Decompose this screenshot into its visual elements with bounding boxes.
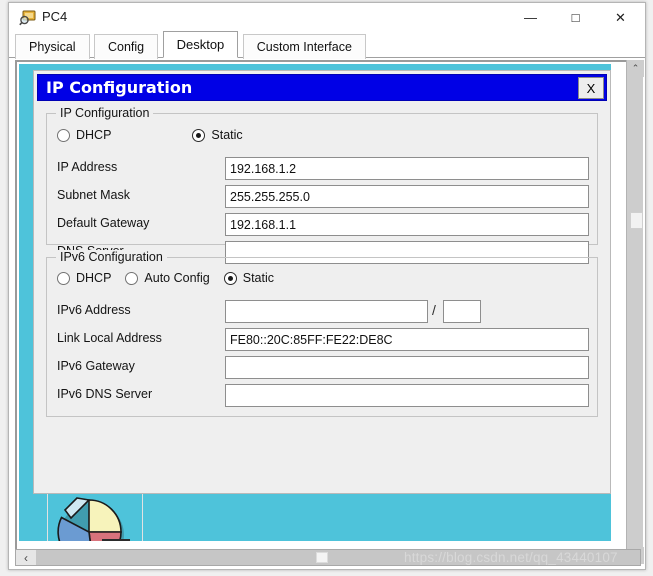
ip-configuration-dialog: IP Configuration X IP Configuration DHCP… (33, 70, 611, 494)
dialog-close-button[interactable]: X (578, 77, 604, 99)
radio-ipv4-static-label: Static (211, 128, 243, 142)
ipv4-mode-radio-group: DHCP Static (57, 128, 249, 142)
pie-chart-icon[interactable] (49, 490, 141, 541)
maximize-button[interactable]: □ (553, 3, 598, 32)
field-ipv6-gateway: IPv6 Gateway (57, 356, 589, 380)
ipv6-gateway-label: IPv6 Gateway (57, 359, 135, 373)
subnet-mask-label: Subnet Mask (57, 188, 130, 202)
default-gateway-input[interactable] (225, 213, 589, 236)
radio-ipv4-dhcp-label: DHCP (76, 128, 112, 142)
link-local-address-input[interactable] (225, 328, 589, 351)
radio-ipv4-dhcp[interactable]: DHCP (57, 128, 111, 142)
minimize-button[interactable]: — (508, 3, 553, 32)
ip-address-label: IP Address (57, 160, 118, 174)
horizontal-scrollbar-thumb[interactable] (316, 552, 328, 563)
scroll-left-arrow-icon[interactable]: ‹ (16, 550, 36, 565)
ipv6-prefix-separator: / (432, 302, 436, 318)
horizontal-scrollbar[interactable]: ‹ (15, 549, 641, 566)
window-titlebar: PC4 — □ ✕ (9, 3, 645, 32)
subnet-mask-input[interactable] (225, 185, 589, 208)
radio-dot-icon (57, 128, 70, 142)
window-title: PC4 (42, 9, 68, 24)
ipv6-gateway-input[interactable] (225, 356, 589, 379)
scroll-up-arrow-icon[interactable]: ⌃ (627, 60, 644, 77)
link-local-address-label: Link Local Address (57, 331, 162, 345)
dialog-titlebar: IP Configuration X (37, 74, 607, 101)
close-button[interactable]: ✕ (598, 3, 643, 32)
radio-dot-icon (223, 271, 237, 285)
ipv6-dns-server-input[interactable] (225, 384, 589, 407)
radio-ipv6-auto-config[interactable]: Auto Config (125, 271, 210, 285)
radio-ipv6-dhcp-label: DHCP (76, 271, 112, 285)
vertical-scrollbar[interactable]: ⌃ ⌄ (626, 60, 644, 564)
ipv6-address-label: IPv6 Address (57, 303, 131, 317)
radio-dot-icon (192, 128, 206, 142)
field-ipv6-dns-server: IPv6 DNS Server (57, 384, 589, 408)
pc4-window: PC4 — □ ✕ Physical Config Desktop Custom… (8, 2, 646, 570)
radio-ipv6-static-label: Static (242, 271, 275, 285)
radio-dot-icon (57, 271, 70, 285)
desktop-panel: or IP Configuration X (15, 60, 641, 564)
tab-custom-interface[interactable]: Custom Interface (242, 34, 366, 59)
radio-ipv6-dhcp[interactable]: DHCP (57, 271, 111, 285)
field-subnet-mask: Subnet Mask (57, 185, 589, 209)
ipv4-group-legend: IP Configuration (56, 106, 154, 120)
vertical-scrollbar-thumb[interactable] (630, 212, 643, 229)
tab-strip: Physical Config Desktop Custom Interface (9, 31, 645, 59)
default-gateway-label: Default Gateway (57, 216, 150, 230)
ipv6-mode-radio-group: DHCP Auto Config Static (57, 271, 280, 285)
desktop-canvas: or IP Configuration X (19, 64, 611, 541)
field-ip-address: IP Address (57, 157, 589, 181)
radio-ipv6-auto-config-label: Auto Config (144, 271, 210, 285)
tab-desktop[interactable]: Desktop (162, 31, 239, 58)
field-ipv6-address: IPv6 Address / (57, 300, 589, 324)
field-link-local-address: Link Local Address (57, 328, 589, 352)
ipv4-configuration-group: IP Configuration DHCP Static IP Address (46, 106, 598, 264)
radio-dot-icon (125, 271, 139, 285)
dialog-title: IP Configuration (46, 78, 193, 97)
radio-ipv4-static[interactable]: Static (192, 128, 243, 142)
field-default-gateway: Default Gateway (57, 213, 589, 237)
radio-ipv6-static[interactable]: Static (223, 271, 275, 285)
ipv6-configuration-group: IPv6 Configuration DHCP Auto Config Stat… (46, 250, 598, 417)
ipv6-dns-server-label: IPv6 DNS Server (57, 387, 153, 401)
pc-device-icon (19, 8, 37, 26)
ipv6-prefix-length-input[interactable] (443, 300, 481, 323)
tab-physical[interactable]: Physical (15, 34, 90, 59)
ipv6-group-legend: IPv6 Configuration (56, 250, 167, 264)
ipv6-address-input[interactable] (225, 300, 428, 323)
tab-config[interactable]: Config (94, 34, 159, 59)
ip-address-input[interactable] (225, 157, 589, 180)
